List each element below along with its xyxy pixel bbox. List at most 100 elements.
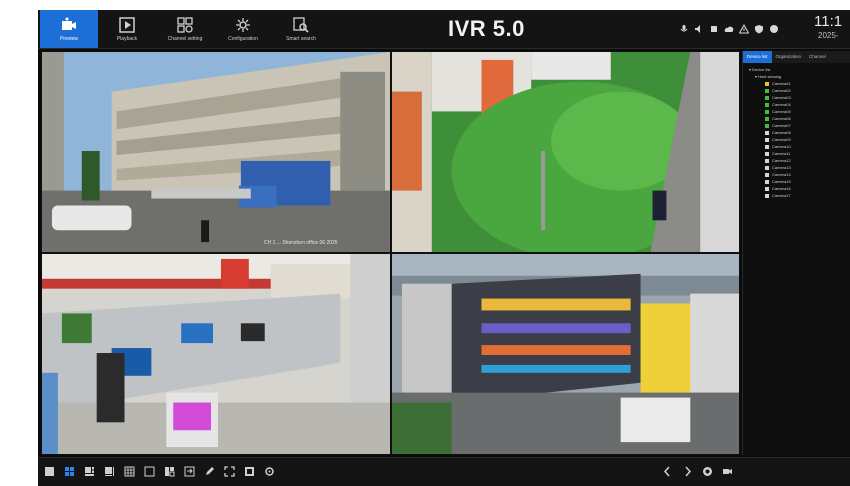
device-online-icon	[765, 109, 769, 114]
playback-icon	[119, 16, 135, 33]
device-offline-icon	[765, 186, 769, 191]
device-offline-icon	[765, 165, 769, 170]
edit-icon[interactable]	[204, 466, 215, 477]
device-offline-icon	[765, 137, 769, 142]
nav-configuration[interactable]: Configuration	[214, 10, 272, 48]
nav-smart-search[interactable]: Smart search	[272, 10, 330, 48]
device-panel-tabs: Device list Organization Channel	[743, 51, 850, 63]
camera-3-feed	[42, 254, 390, 454]
tab-channel[interactable]: Channel	[805, 51, 830, 63]
nav-preview-label: Preview	[60, 35, 78, 42]
layout-custom-icon[interactable]	[164, 466, 175, 477]
device-offline-icon	[765, 151, 769, 156]
volume-icon[interactable]	[694, 24, 704, 34]
device-item[interactable]: Camera12	[765, 158, 791, 164]
snapshot-icon[interactable]	[244, 466, 255, 477]
preview-icon	[62, 17, 76, 30]
stop-icon[interactable]	[709, 24, 719, 34]
channel-setting-icon	[177, 16, 193, 33]
device-item-label: Camera17	[772, 193, 791, 198]
nav-configuration-label: Configuration	[228, 35, 258, 42]
video-tile-1[interactable]: CH 1 ... Shenzhen office 06 2025	[41, 51, 391, 253]
device-item[interactable]: Camera10	[765, 144, 791, 150]
cloud-icon[interactable]	[724, 24, 734, 34]
tab-device-list[interactable]: Device list	[743, 51, 772, 63]
shield-icon[interactable]	[754, 24, 764, 34]
device-item[interactable]: Camera04	[765, 102, 791, 108]
device-offline-icon	[765, 130, 769, 135]
device-item-label: Camera12	[772, 158, 791, 163]
device-online-icon	[765, 102, 769, 107]
device-item-label: Camera05	[772, 109, 791, 114]
device-offline-icon	[765, 193, 769, 198]
mic-icon[interactable]	[679, 24, 689, 34]
user-icon[interactable]	[769, 24, 779, 34]
video-tile-4[interactable]	[391, 253, 740, 455]
device-item[interactable]: Camera11	[765, 151, 790, 157]
device-offline-icon	[765, 179, 769, 184]
next-page-icon[interactable]	[682, 466, 693, 477]
device-item-label: Camera01	[772, 81, 791, 86]
device-item-label: Camera11	[772, 151, 791, 156]
device-item[interactable]: Camera13	[765, 165, 791, 171]
device-item[interactable]: Camera08	[765, 130, 791, 136]
device-item[interactable]: Camera17	[765, 193, 791, 199]
device-item[interactable]: Camera15	[765, 179, 791, 185]
bottom-toolbar	[38, 457, 850, 486]
record-icon[interactable]	[702, 466, 713, 477]
device-item[interactable]: Camera16	[765, 186, 791, 192]
device-item[interactable]: Camera07	[765, 123, 791, 129]
device-item-label: Camera08	[772, 130, 791, 135]
camera-2-feed	[392, 52, 739, 252]
clock-date: 2025-	[818, 31, 839, 40]
device-item-label: Camera10	[772, 144, 791, 149]
device-item[interactable]: Camera05	[765, 109, 791, 115]
device-online-icon	[765, 95, 769, 100]
video-tile-2[interactable]	[391, 51, 740, 253]
camera-1-feed	[42, 52, 390, 252]
nav-channel-setting[interactable]: Channel setting	[156, 10, 214, 48]
tree-root[interactable]: ▾ Device list	[749, 67, 770, 73]
device-item[interactable]: Camera06	[765, 116, 791, 122]
layout-1-icon[interactable]	[44, 466, 55, 477]
app-title: IVR 5.0	[448, 16, 525, 41]
camera-4-feed	[392, 254, 739, 454]
device-offline-icon	[765, 158, 769, 163]
device-item[interactable]: Camera03	[765, 95, 791, 101]
layout-4-icon[interactable]	[64, 466, 75, 477]
tab-organization[interactable]: Organization	[772, 51, 806, 63]
layout-8-icon[interactable]	[104, 466, 115, 477]
tree-group[interactable]: ▾ Host sensing	[755, 74, 781, 80]
video-tile-3[interactable]	[41, 253, 391, 455]
device-online-icon	[765, 88, 769, 93]
nav-playback[interactable]: Playback	[98, 10, 156, 48]
layout-6-icon[interactable]	[84, 466, 95, 477]
warning-icon[interactable]	[739, 24, 749, 34]
device-online-icon	[765, 123, 769, 128]
video-grid: CH 1 ... Shenzhen office 06 2025	[41, 51, 740, 455]
ivr-app-window: Preview Playback Channel setting Configu…	[38, 10, 850, 486]
configuration-icon	[236, 17, 250, 32]
device-item-label: Camera06	[772, 116, 791, 121]
device-item-label: Camera04	[772, 102, 791, 107]
sequence-icon[interactable]	[184, 466, 195, 477]
device-item-label: Camera16	[772, 186, 791, 191]
device-item-label: Camera02	[772, 88, 791, 93]
device-offline-icon	[765, 172, 769, 177]
nav-playback-label: Playback	[116, 35, 138, 42]
device-online-icon	[765, 81, 769, 86]
device-item[interactable]: Camera02	[765, 88, 791, 94]
settings-icon[interactable]	[264, 466, 275, 477]
prev-page-icon[interactable]	[662, 466, 673, 477]
camera-icon[interactable]	[722, 466, 733, 477]
layout-9-icon[interactable]	[124, 466, 135, 477]
fullscreen-icon[interactable]	[224, 466, 235, 477]
device-panel: Device list Organization Channel ▾ Devic…	[742, 51, 850, 455]
nav-preview[interactable]: Preview	[40, 10, 98, 48]
layout-16-icon[interactable]	[144, 466, 155, 477]
device-item[interactable]: Camera14	[765, 172, 791, 178]
device-item[interactable]: Camera09	[765, 137, 791, 143]
nav-smart-search-label: Smart search	[286, 35, 316, 42]
camera-1-osd: CH 1 ... Shenzhen office 06 2025	[264, 240, 338, 246]
device-item[interactable]: Camera01	[765, 81, 791, 87]
